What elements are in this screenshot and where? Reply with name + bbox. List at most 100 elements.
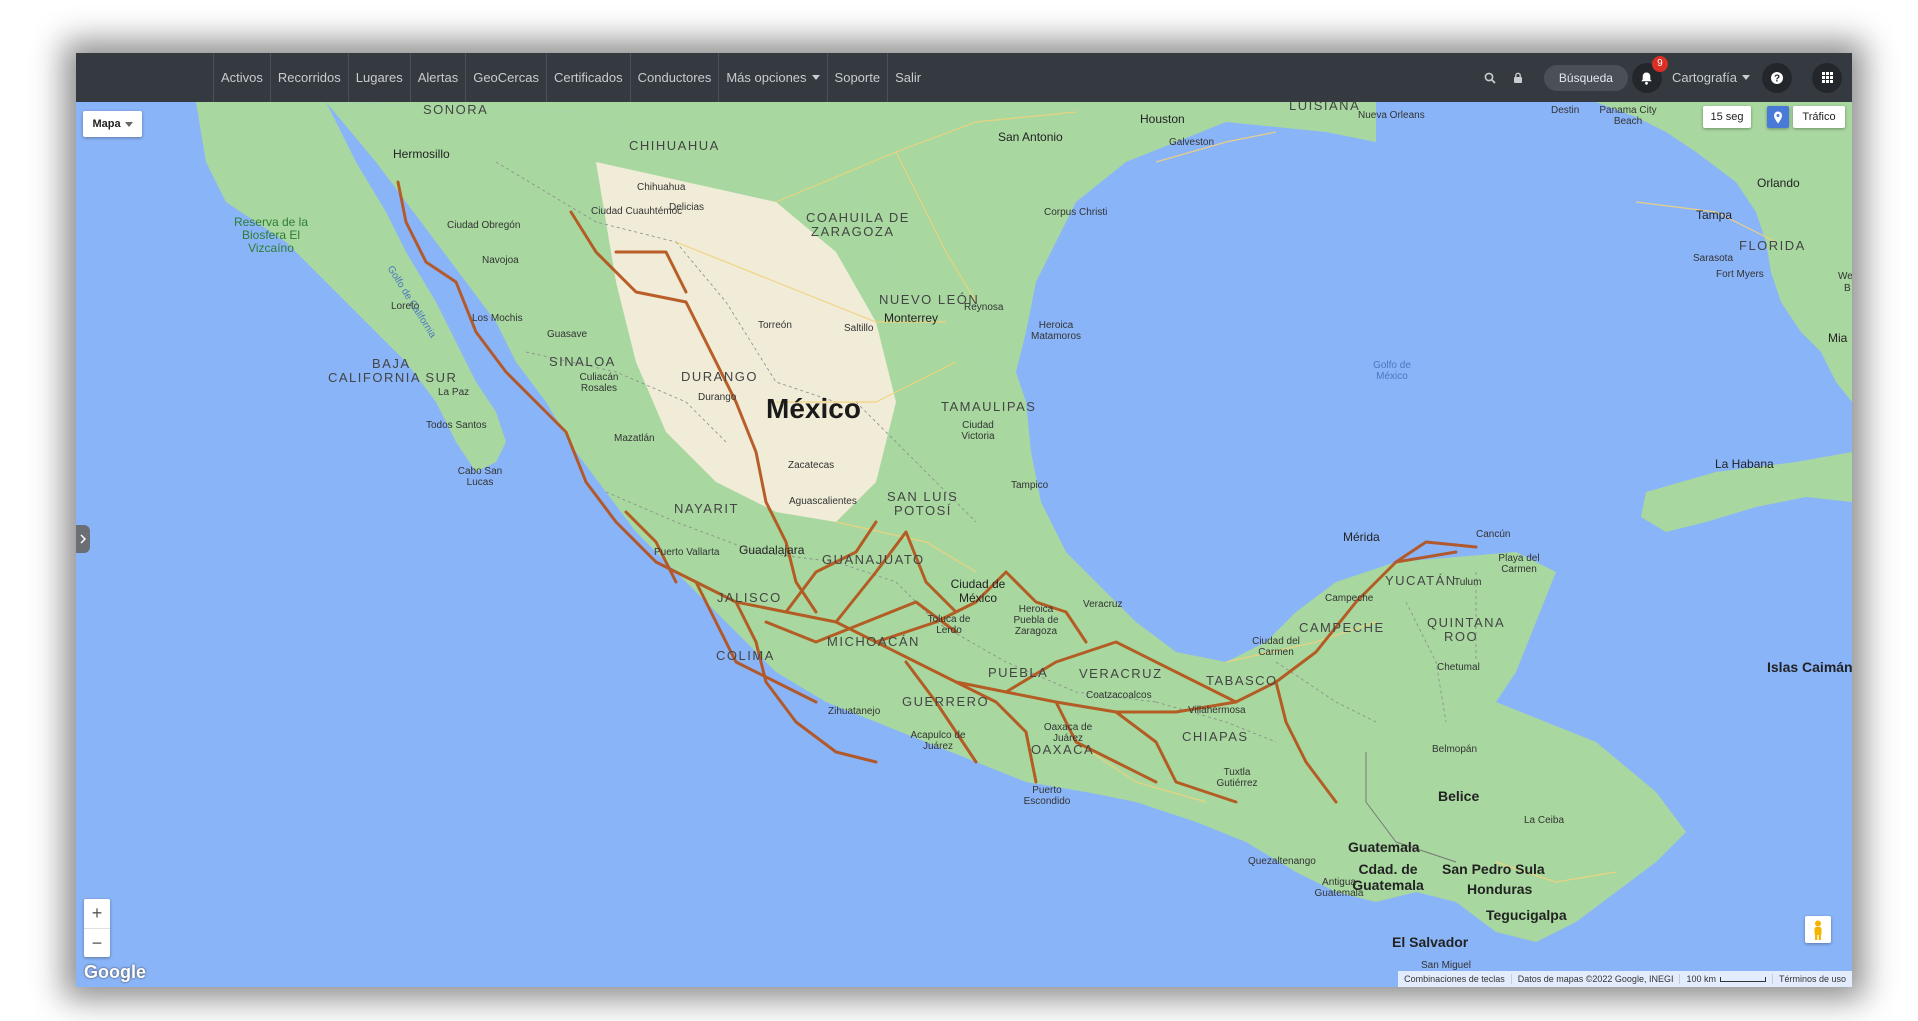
city-label: Tulum [1454, 577, 1482, 588]
city-label: Puerto Vallarta [654, 547, 720, 558]
map-graphics [76, 102, 1852, 987]
city-label: Toluca de Lerdo [927, 614, 971, 636]
state-label: TAMAULIPAS [941, 399, 1037, 414]
place-label: San Pedro Sula [1442, 861, 1545, 877]
terms-link[interactable]: Términos de uso [1771, 974, 1852, 984]
state-label: CALIFORNIA SUR [328, 370, 458, 385]
nav-right-tools: Búsqueda 9 Cartografía ? [1476, 53, 1852, 102]
help-button[interactable]: ? [1762, 62, 1792, 93]
city-label: Playa del Carmen [1498, 553, 1540, 575]
city-label: Houston [1140, 112, 1185, 126]
nav-recorridos[interactable]: Recorridos [269, 53, 348, 102]
city-label: Torreón [758, 320, 792, 331]
place-label: Tegucigalpa [1486, 907, 1567, 923]
state-label: ROO [1444, 629, 1479, 644]
state-label: NAYARIT [674, 501, 739, 516]
nav-mas-opciones[interactable]: Más opciones [718, 53, 826, 102]
traffic-label: Tráfico [1802, 111, 1836, 123]
city-label: Aguascalientes [789, 496, 857, 507]
lock-icon[interactable] [1504, 53, 1532, 102]
state-label: YUCATÁN [1385, 573, 1457, 588]
notifications-button[interactable]: 9 [1631, 55, 1668, 93]
city-label: Fort Myers [1716, 269, 1764, 280]
city-label: Belmopán [1432, 744, 1478, 755]
place-label: Belice [1438, 788, 1480, 804]
chevron-down-icon [1742, 75, 1750, 80]
svg-text:?: ? [1774, 73, 1780, 84]
zoom-in-label: + [91, 903, 103, 923]
apps-button[interactable] [1812, 62, 1842, 93]
cartography-dropdown[interactable]: Cartografía [1672, 70, 1750, 85]
chevron-down-icon [124, 121, 133, 127]
city-label: Hermosillo [393, 147, 450, 161]
location-pin-button[interactable] [1767, 106, 1789, 128]
city-label: Mérida [1343, 530, 1380, 544]
state-label: SAN LUIS [887, 489, 959, 504]
nav-certificados[interactable]: Certificados [545, 53, 630, 102]
state-label: SONORA [423, 102, 489, 117]
city-label: Ciudad Obregón [447, 220, 521, 231]
city-label: La Habana [1715, 457, 1774, 471]
zoom-controls: + − [84, 899, 110, 957]
nav-activos[interactable]: Activos [213, 53, 270, 102]
keyboard-shortcuts-link[interactable]: Combinaciones de teclas [1398, 974, 1511, 984]
traffic-toggle[interactable]: Tráfico [1793, 106, 1845, 128]
scale-bar[interactable]: 100 km [1679, 974, 1772, 984]
city-label: Mazatlán [614, 433, 655, 444]
refresh-interval-badge[interactable]: 15 seg [1703, 106, 1751, 128]
nav-salir[interactable]: Salir [887, 53, 928, 102]
top-navbar: Activos Recorridos Lugares Alertas GeoCe… [76, 53, 1852, 102]
state-label: GUANAJUATO [822, 552, 925, 567]
nav-recorridos-label: Recorridos [277, 70, 341, 85]
side-panel-toggle[interactable] [76, 525, 90, 553]
place-label: Islas Caimán [1767, 659, 1852, 675]
zoom-in-button[interactable]: + [84, 899, 110, 929]
state-label: ZARAGOZA [811, 224, 895, 239]
city-label: Ciudad del Carmen [1252, 636, 1300, 658]
city-label: Saltillo [844, 323, 874, 334]
nav-soporte-label: Soporte [834, 70, 881, 85]
state-label: VERACRUZ [1079, 666, 1163, 681]
nav-lugares[interactable]: Lugares [347, 53, 410, 102]
state-label: LUISIANA [1289, 98, 1361, 113]
zoom-out-button[interactable]: − [84, 929, 110, 957]
city-label: Guadalajara [739, 543, 805, 557]
search-icon[interactable] [1476, 53, 1504, 102]
city-label: San Antonio [998, 130, 1063, 144]
map-data-attribution: Datos de mapas ©2022 Google, INEGI [1510, 974, 1680, 984]
map-canvas[interactable]: México SONORA CHIHUAHUA COAHUILA DE ZARA… [76, 98, 1852, 987]
city-label: Veracruz [1083, 599, 1123, 610]
state-label: TABASCO [1206, 673, 1278, 688]
nav-alertas[interactable]: Alertas [409, 53, 465, 102]
place-label: Honduras [1467, 881, 1533, 897]
map-type-selector[interactable]: Mapa [83, 111, 142, 137]
state-label: PUEBLA [988, 665, 1049, 680]
cartography-label: Cartografía [1671, 70, 1737, 85]
city-label: Ciudad de México [950, 577, 1006, 605]
app-window: Activos Recorridos Lugares Alertas GeoCe… [76, 53, 1852, 987]
nav-geocercas[interactable]: GeoCercas [465, 53, 546, 102]
city-label: Tampa [1696, 208, 1733, 222]
help-icon: ? [1771, 71, 1783, 84]
city-label: Campeche [1325, 593, 1374, 604]
city-label: La Ceiba [1524, 815, 1565, 826]
apps-grid-icon [1821, 72, 1833, 83]
state-label: POTOSÍ [894, 503, 952, 518]
street-view-pegman[interactable] [1805, 916, 1831, 943]
state-label: JALISCO [717, 590, 782, 605]
city-label: Los Mochis [472, 313, 523, 324]
city-label: Oaxaca de Juárez [1043, 722, 1093, 744]
state-label: QUINTANA [1427, 615, 1506, 630]
city-label: Cabo San Lucas [457, 466, 503, 488]
state-label: CHIHUAHUA [629, 138, 720, 153]
nav-certificados-label: Certificados [553, 70, 623, 85]
city-label: Ciudad Victoria [961, 420, 995, 442]
search-button[interactable]: Búsqueda [1543, 64, 1628, 91]
nav-conductores[interactable]: Conductores [629, 53, 719, 102]
city-label: Chihuahua [637, 182, 686, 193]
city-label: Villahermosa [1188, 705, 1246, 716]
city-label: Puerto Escondido [1023, 785, 1071, 807]
nav-soporte[interactable]: Soporte [826, 53, 888, 102]
place-label: Cdad. de Guatemala [1352, 861, 1424, 893]
city-label: Orlando [1757, 176, 1800, 190]
